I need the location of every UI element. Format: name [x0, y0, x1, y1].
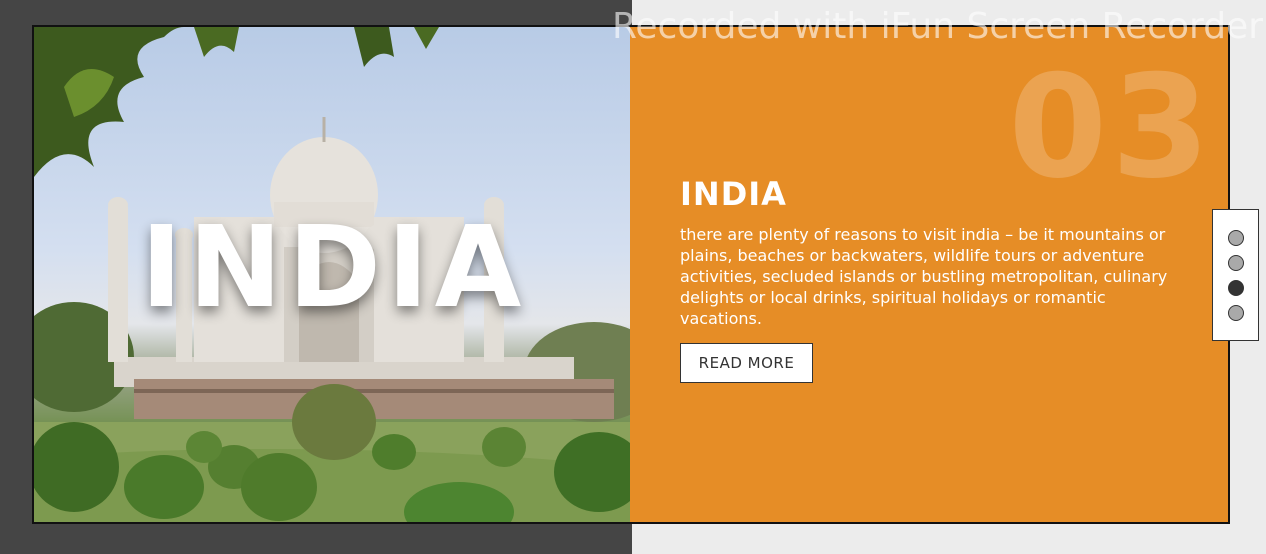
pager-dot-1[interactable]: [1227, 229, 1244, 246]
slide-number: 03: [1008, 45, 1214, 210]
image-overlay-title: INDIA: [140, 203, 528, 333]
pager-dot-3[interactable]: [1227, 279, 1244, 296]
slide-pager: [1212, 209, 1259, 341]
slide-description: there are plenty of reasons to visit ind…: [680, 225, 1168, 328]
slide-image: INDIA: [32, 25, 632, 524]
read-more-button[interactable]: READ MORE: [680, 343, 813, 383]
slide-title: INDIA: [680, 175, 787, 213]
slide-content-card: 03 INDIA there are plenty of reasons to …: [630, 25, 1230, 524]
pager-dot-4[interactable]: [1227, 304, 1244, 321]
pager-dot-2[interactable]: [1227, 254, 1244, 271]
recorder-watermark: Recorded with iFun Screen Recorder: [612, 6, 1264, 47]
